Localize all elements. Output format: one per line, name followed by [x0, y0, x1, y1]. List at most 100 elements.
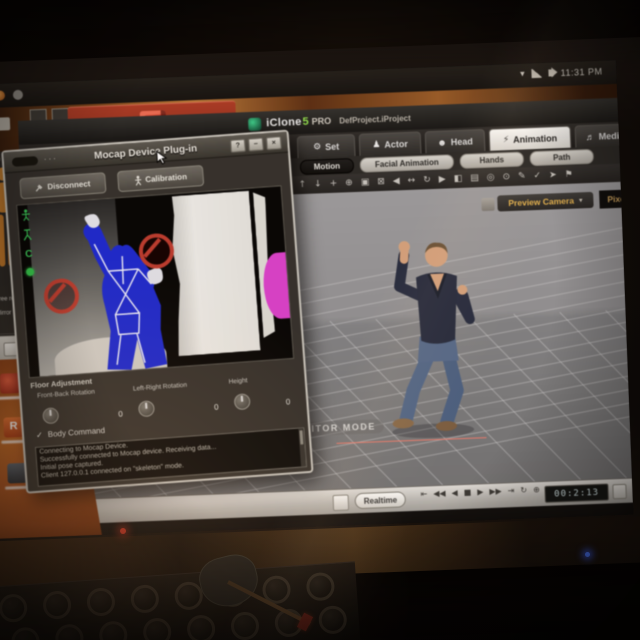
head-icon: ☻	[437, 136, 447, 148]
transport-icon[interactable]: ↻	[520, 486, 527, 495]
check-icon: ✓	[35, 430, 44, 440]
screen: ▾ 11:31 PM iClone 5 PRO DefProject.iProj…	[0, 59, 634, 540]
minimize-button[interactable]: −	[247, 137, 264, 152]
toolbar-icon[interactable]: ◧	[453, 173, 462, 183]
subtab-label: Path	[552, 152, 571, 163]
toolbar-icon[interactable]: ↓	[314, 179, 322, 189]
animation-icon: ⚡	[502, 134, 510, 145]
clock: 11:31 PM	[560, 65, 603, 78]
toolbar-icon[interactable]: ◎	[486, 172, 494, 182]
toolbar-icon[interactable]: ↔	[407, 175, 415, 185]
control-value: 0	[213, 402, 219, 412]
time-display: 00:2:13	[544, 483, 609, 503]
calibration-button[interactable]: Calibration	[116, 164, 205, 193]
depth-camera-view: C	[16, 185, 295, 379]
transport-icon[interactable]: ◀◀	[433, 489, 446, 498]
help-button[interactable]: ?	[229, 138, 246, 153]
tray-expand-icon[interactable]: ▾	[520, 68, 525, 79]
toolbar-icon[interactable]: ▤	[470, 173, 479, 183]
mouse-cursor	[156, 150, 168, 165]
control-label: Left-Right Rotation	[132, 381, 188, 393]
mixer-knob	[230, 611, 260, 640]
tripod-icon	[23, 229, 32, 241]
realtime-label: Realtime	[363, 495, 398, 506]
transport-icon[interactable]: ▶▶	[489, 487, 502, 496]
iclone-logo-icon	[247, 117, 262, 131]
mixer-knob	[0, 593, 29, 624]
app-version: 5	[302, 115, 309, 128]
control-value: 0	[117, 409, 124, 419]
camera-name: Preview Camera	[508, 195, 575, 209]
camera-prev-button[interactable]	[481, 197, 495, 212]
status-dot-icon	[25, 267, 35, 277]
checkbox-label: Body Command	[47, 425, 106, 440]
toolbar-icon[interactable]: ➤	[549, 170, 557, 180]
mixer-knob	[86, 587, 116, 617]
body-command-checkbox[interactable]: ✓ Body Command	[36, 426, 106, 440]
background-window-button[interactable]	[0, 117, 11, 132]
app-edition: PRO	[311, 115, 332, 127]
toolbar-icon[interactable]: ⊠	[377, 176, 385, 186]
mixer-knob	[10, 626, 41, 640]
transport-icon[interactable]: ⊕	[533, 485, 540, 494]
taskbar-app-icon[interactable]	[12, 89, 24, 101]
toolbar-icon[interactable]: ▣	[361, 177, 370, 187]
close-button[interactable]: ×	[265, 136, 282, 151]
tab-label: Animation	[512, 132, 558, 145]
front-back-rotation-control[interactable]: Front-Back Rotation 0	[37, 386, 125, 426]
actor-icon: ♟	[372, 138, 381, 150]
left-right-rotation-control[interactable]: Left-Right Rotation 0	[133, 379, 221, 419]
volume-icon[interactable]	[548, 69, 554, 77]
system-tray: ▾ 11:31 PM	[520, 65, 603, 79]
height-control[interactable]: Height 0	[228, 374, 292, 412]
dial-icon[interactable]	[137, 400, 156, 418]
subtab-path[interactable]: Path	[529, 148, 595, 167]
transport-icon[interactable]: ◀	[451, 488, 457, 497]
transport-icon[interactable]: ▶	[477, 487, 483, 496]
mixer-knob	[42, 590, 73, 621]
set-icon: ⚙	[312, 141, 322, 152]
transport-icon[interactable]: ■	[464, 488, 472, 497]
tab-head[interactable]: ☻ Head	[424, 128, 486, 154]
floor-adjustment-label: Floor Adjustment	[30, 376, 93, 391]
playback-option-button[interactable]	[612, 483, 627, 500]
toolbar-icon[interactable]: ⚑	[564, 169, 572, 179]
toolbar-icon[interactable]: ↑	[298, 179, 306, 189]
tab-actor[interactable]: ♟ Actor	[358, 131, 422, 156]
tab-label: Head	[450, 135, 473, 147]
media-icon: ♬	[585, 131, 595, 142]
transport-controls: ⇤◀◀◀■▶▶▶⇥↻⊕⊙	[420, 485, 552, 499]
toolbar-icon[interactable]: ✎	[518, 171, 526, 181]
toolbar-icon[interactable]: ▶	[439, 174, 446, 184]
mocap-plugin-window: ··· Mocap Device Plug-in ? − × Disconnec…	[1, 129, 314, 494]
button-label: Disconnect	[47, 179, 91, 192]
timeline-button[interactable]	[332, 494, 350, 512]
dial-icon[interactable]	[42, 407, 60, 425]
subtab-hands[interactable]: Hands	[459, 151, 525, 169]
avatar-character[interactable]	[370, 225, 498, 447]
taskbar-app-icon[interactable]	[0, 90, 6, 101]
plug-icon	[36, 184, 43, 192]
mixer-knob	[186, 614, 217, 640]
mixer-knob	[98, 620, 129, 640]
subtab-label: Facial Animation	[374, 157, 439, 170]
toolbar-icon[interactable]: +	[329, 178, 337, 188]
disconnect-button[interactable]: Disconnect	[19, 172, 107, 200]
tab-animation[interactable]: ⚡ Animation	[488, 125, 572, 151]
project-name: DefProject.iProject	[339, 113, 411, 126]
toolbar-icon[interactable]: ⊕	[345, 178, 353, 188]
toolbar-icon[interactable]: ◀	[393, 176, 400, 186]
dial-icon[interactable]	[233, 393, 251, 411]
tab-set[interactable]: ⚙ Set	[296, 133, 356, 159]
network-icon[interactable]	[531, 68, 542, 79]
transport-icon[interactable]: ⇥	[508, 486, 515, 495]
subtab-motion[interactable]: Motion	[299, 158, 355, 176]
toolbar-icon[interactable]: ⊙	[502, 172, 510, 182]
tab-label: Actor	[384, 138, 409, 150]
realtime-button[interactable]: Realtime	[354, 491, 407, 510]
transport-icon[interactable]: ⇤	[420, 489, 427, 498]
blue-led	[585, 552, 590, 557]
toolbar-icon[interactable]: ✓	[533, 170, 541, 180]
toolbar-icon[interactable]: ↻	[423, 175, 431, 185]
mixer-knob	[142, 617, 173, 640]
